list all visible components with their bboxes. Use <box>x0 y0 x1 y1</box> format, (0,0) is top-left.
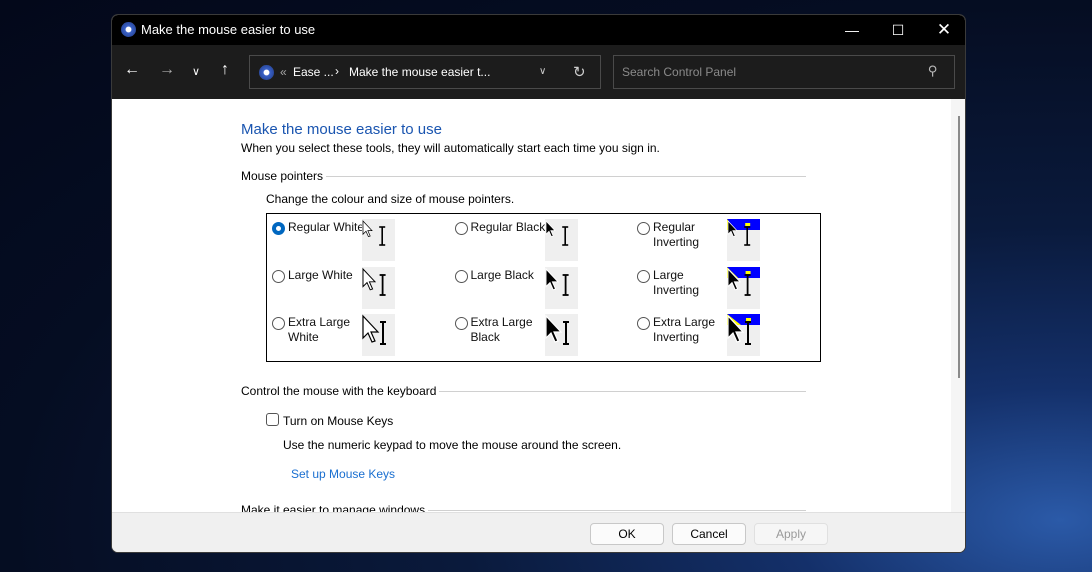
search-input[interactable]: Search Control Panel ⚲ <box>613 55 955 89</box>
pointer-option-regular-white[interactable]: Regular White <box>272 219 452 265</box>
dialog-footer: OK Cancel Apply <box>112 512 965 552</box>
content-pane: Make the mouse easier to use When you se… <box>112 99 951 512</box>
mouse-keys-description: Use the numeric keypad to move the mouse… <box>283 438 622 452</box>
mouse-pointers-description: Change the colour and size of mouse poin… <box>266 192 515 206</box>
pointer-preview-image <box>544 219 578 261</box>
radio-button[interactable] <box>454 317 468 330</box>
pointer-preview-image <box>727 266 760 309</box>
scrollbar-thumb[interactable] <box>958 116 960 378</box>
forward-arrow-icon[interactable]: → <box>159 61 175 79</box>
text-cursor-icon <box>380 321 386 345</box>
radio-button[interactable] <box>272 222 285 235</box>
window-title: Make the mouse easier to use <box>141 22 316 37</box>
pointer-option-label[interactable]: Extra Large White <box>288 315 368 345</box>
recent-locations-chevron-icon[interactable]: ∨ <box>192 65 200 78</box>
breadcrumb-ease-of-access[interactable]: Ease ... <box>293 65 334 79</box>
pointer-option-label[interactable]: Extra Large Black <box>471 315 551 345</box>
radio-button[interactable] <box>637 222 650 235</box>
pointer-preview-image <box>727 219 760 261</box>
title-bar: Make the mouse easier to use — ☐ ✕ <box>112 15 965 45</box>
radio-button[interactable] <box>272 269 285 283</box>
pointer-option-label[interactable]: Regular Inverting <box>653 220 733 250</box>
arrow-cursor-icon <box>545 220 556 238</box>
page-title: Make the mouse easier to use <box>241 121 442 138</box>
search-placeholder: Search Control Panel <box>622 65 737 79</box>
pointer-option-large-inverting[interactable]: Large Inverting <box>637 266 817 313</box>
text-cursor-icon <box>561 226 568 246</box>
ease-of-access-icon <box>121 22 136 37</box>
pointer-preview-image <box>544 314 578 356</box>
page-subtitle: When you select these tools, they will a… <box>241 141 660 155</box>
pointer-option-label[interactable]: Regular White <box>288 220 368 235</box>
pointer-scheme-list: Regular White Regular Black Regular Invert… <box>266 213 821 362</box>
arrow-cursor-icon <box>362 314 380 343</box>
pointer-option-regular-black[interactable]: Regular Black <box>454 219 635 265</box>
navigation-toolbar: ← → ∨ ↑ « Ease ... › Make the mouse easi… <box>112 45 965 99</box>
arrow-cursor-icon <box>544 314 562 343</box>
breadcrumb-overflow[interactable]: « <box>280 65 287 79</box>
text-cursor-icon <box>745 321 751 345</box>
pointer-option-extra-large-black[interactable]: Extra Large Black <box>454 314 635 360</box>
pointer-option-regular-inverting[interactable]: Regular Inverting <box>637 219 817 265</box>
pointer-option-large-white[interactable]: Large White <box>272 266 452 313</box>
back-arrow-icon[interactable]: ← <box>124 61 140 79</box>
ease-of-access-icon <box>259 65 274 80</box>
ok-button[interactable]: OK <box>590 523 664 545</box>
up-arrow-icon[interactable]: ↑ <box>221 61 229 79</box>
pointer-option-label[interactable]: Large Inverting <box>653 268 733 298</box>
close-button[interactable]: ✕ <box>921 15 965 45</box>
pointer-option-label[interactable]: Extra Large Inverting <box>653 315 733 345</box>
cancel-button[interactable]: Cancel <box>672 523 746 545</box>
minimize-button[interactable]: — <box>829 15 875 45</box>
radio-button[interactable] <box>637 269 650 283</box>
text-cursor-icon <box>562 321 569 345</box>
radio-button[interactable] <box>272 317 285 330</box>
pointer-preview-image <box>362 219 395 261</box>
keyboard-heading: Control the mouse with the keyboard <box>241 384 806 398</box>
text-cursor-icon <box>379 273 386 296</box>
text-cursor-icon <box>379 226 386 246</box>
set-up-mouse-keys-link[interactable]: Set up Mouse Keys <box>291 467 395 481</box>
pointer-option-extra-large-white[interactable]: Extra Large White <box>272 314 452 360</box>
arrow-cursor-icon <box>545 267 559 290</box>
mouse-pointers-heading: Mouse pointers <box>241 169 806 183</box>
text-cursor-icon <box>562 273 569 296</box>
maximize-button[interactable]: ☐ <box>875 15 921 45</box>
refresh-icon[interactable]: ↻ <box>573 63 586 81</box>
vertical-scrollbar[interactable] <box>951 99 965 512</box>
breadcrumb-separator-icon[interactable]: › <box>335 64 339 78</box>
address-dropdown-chevron-icon[interactable]: ∨ <box>539 66 546 77</box>
apply-button[interactable]: Apply <box>754 523 828 545</box>
radio-button[interactable] <box>454 269 468 283</box>
radio-button[interactable] <box>637 317 650 330</box>
mouse-keys-checkbox[interactable] <box>266 413 279 426</box>
pointer-preview-image <box>362 266 395 309</box>
pointer-option-large-black[interactable]: Large Black <box>454 266 635 313</box>
address-bar[interactable]: « Ease ... › Make the mouse easier t... … <box>249 55 601 89</box>
pointer-preview-image <box>727 314 760 356</box>
pointer-preview-image <box>362 314 395 356</box>
breadcrumb-current[interactable]: Make the mouse easier t... <box>349 65 490 79</box>
search-icon[interactable]: ⚲ <box>928 63 938 79</box>
manage-windows-heading: Make it easier to manage windows <box>241 503 806 512</box>
pointer-option-extra-large-inverting[interactable]: Extra Large Inverting <box>637 314 817 360</box>
pointer-preview-image <box>544 266 578 309</box>
control-panel-window: Make the mouse easier to use — ☐ ✕ ← → ∨… <box>111 14 966 553</box>
arrow-cursor-icon <box>362 267 377 290</box>
arrow-cursor-icon <box>362 220 373 238</box>
radio-button[interactable] <box>454 222 468 235</box>
mouse-keys-label[interactable]: Turn on Mouse Keys <box>283 414 393 428</box>
